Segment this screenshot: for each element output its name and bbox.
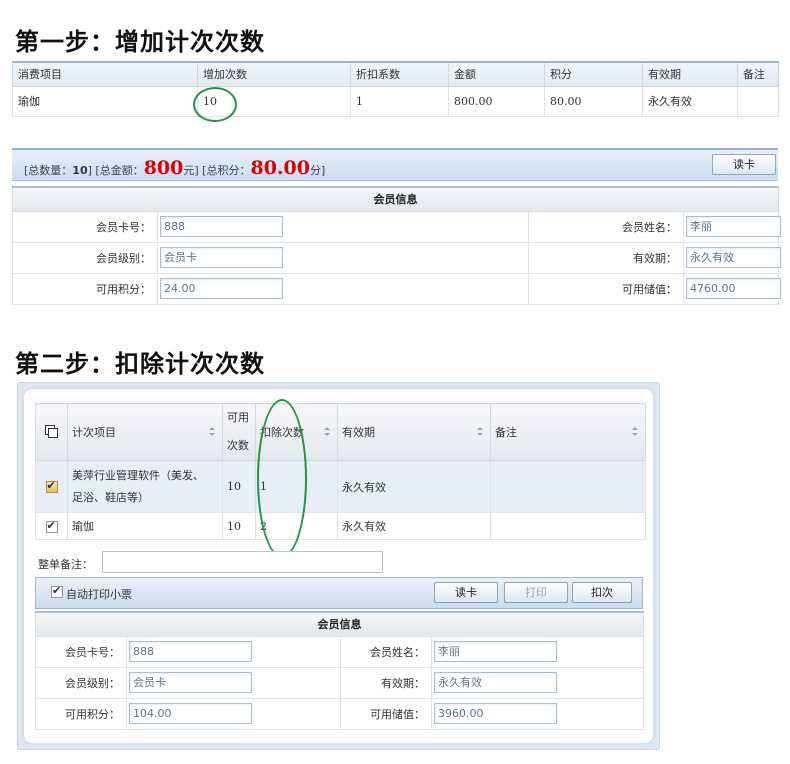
summary-qty: 10 xyxy=(72,164,88,177)
order-remark-label: 整单备注： xyxy=(38,558,93,571)
validity-label: 有效期： xyxy=(528,241,684,274)
cell-available: 10 xyxy=(222,460,256,513)
sort-icon[interactable] xyxy=(632,427,639,436)
order-remark-input[interactable] xyxy=(102,551,383,573)
col-header-remark-label: 备注 xyxy=(495,426,517,439)
cell-remark[interactable] xyxy=(490,460,646,513)
member-name-field[interactable]: 李丽 xyxy=(686,216,781,237)
step2-items-table: 计次项目 可用次数 扣除次数 有效期 备注 美萍行业管理软件（美发、足浴、鞋店等… xyxy=(35,403,646,540)
step1-member-info: 会员信息 会员卡号： 888 会员姓名： 李丽 会员级别： 会员卡 有效期： 永… xyxy=(12,186,781,305)
annotation-oval xyxy=(257,399,307,558)
auto-print-label[interactable]: 自动打印小票 xyxy=(66,586,132,602)
sort-icon[interactable] xyxy=(209,427,216,436)
deduct-button[interactable]: 扣次 xyxy=(572,582,632,603)
member-level-label: 会员级别： xyxy=(35,666,127,699)
read-card-button[interactable]: 读卡 xyxy=(712,154,776,175)
validity-field[interactable]: 永久有效 xyxy=(686,247,781,268)
copy-icon[interactable] xyxy=(45,424,58,438)
member-name-label: 会员姓名： xyxy=(340,635,432,668)
member-level-label: 会员级别： xyxy=(12,241,158,274)
select-all-header[interactable] xyxy=(35,403,68,461)
col-header-remark[interactable]: 备注 xyxy=(490,403,646,461)
col-header-item: 消费项目 xyxy=(12,61,198,87)
available-points-field[interactable]: 104.00 xyxy=(129,703,252,724)
sort-icon[interactable] xyxy=(324,427,331,436)
available-points-label: 可用积分： xyxy=(12,272,158,305)
table-header-row: 消费项目 增加次数 折扣系数 金额 积分 有效期 备注 xyxy=(12,61,779,87)
sort-icon[interactable] xyxy=(477,427,484,436)
available-points-label: 可用积分： xyxy=(35,697,127,730)
cell-item: 瑜伽 xyxy=(12,85,198,117)
summary-label-end: 分] xyxy=(309,164,326,177)
summary-text: [总数量：10] [总金额：800元] [总积分：80.00分] xyxy=(24,157,325,179)
table-row[interactable]: 瑜伽 10 2 永久有效 xyxy=(35,512,646,540)
cell-item-line2: 足浴、鞋店等） xyxy=(72,490,149,504)
row-checkbox[interactable] xyxy=(45,479,58,493)
validity-field[interactable]: 永久有效 xyxy=(434,672,557,693)
cell-item-line1: 美萍行业管理软件（美发、 xyxy=(72,468,204,482)
table-header-row: 计次项目 可用 次数 扣除次数 有效期 备注 xyxy=(35,403,646,461)
cell-remark[interactable] xyxy=(737,85,779,117)
row-checkbox[interactable] xyxy=(45,519,58,533)
col-header-item[interactable]: 计次项目 xyxy=(67,403,223,461)
table-row[interactable]: 瑜伽 10 1 800.00 80.00 永久有效 xyxy=(12,85,779,117)
read-card-button[interactable]: 读卡 xyxy=(434,582,498,603)
validity-label: 有效期： xyxy=(340,666,432,699)
col-header-points: 积分 xyxy=(544,61,643,87)
cell-discount[interactable]: 1 xyxy=(350,85,449,117)
col-header-validity-label: 有效期 xyxy=(342,426,375,439)
col-header-available-line2: 次数 xyxy=(227,439,249,452)
cell-points: 80.00 xyxy=(544,85,643,117)
step2-title: 第二步：扣除计次次数 xyxy=(15,350,265,378)
summary-bar: [总数量：10] [总金额：800元] [总积分：80.00分] 读卡 xyxy=(12,148,778,181)
col-header-remark: 备注 xyxy=(737,61,779,87)
col-header-available-line1: 可用 xyxy=(227,411,249,424)
member-level-field[interactable]: 会员卡 xyxy=(129,672,252,693)
step1-title: 第一步：增加计次次数 xyxy=(15,28,265,56)
member-info-header: 会员信息 xyxy=(12,186,779,212)
card-no-field[interactable]: 888 xyxy=(160,216,283,237)
card-no-label: 会员卡号： xyxy=(12,210,158,243)
available-balance-label: 可用储值： xyxy=(340,697,432,730)
summary-points: 80.00 xyxy=(250,157,310,179)
member-info-header: 会员信息 xyxy=(35,611,644,637)
col-header-amount: 金额 xyxy=(448,61,545,87)
cell-item: 美萍行业管理软件（美发、 足浴、鞋店等） xyxy=(67,460,223,513)
col-header-validity: 有效期 xyxy=(642,61,738,87)
cell-validity: 永久有效 xyxy=(337,460,491,513)
member-name-label: 会员姓名： xyxy=(528,210,684,243)
cell-validity: 永久有效 xyxy=(337,512,491,540)
summary-label-amount: ] [总金额： xyxy=(87,164,144,177)
cell-validity: 永久有效 xyxy=(642,85,738,117)
available-balance-label: 可用储值： xyxy=(528,272,684,305)
col-header-available[interactable]: 可用 次数 xyxy=(222,403,256,461)
card-no-field[interactable]: 888 xyxy=(129,641,252,662)
summary-amount: 800 xyxy=(143,157,184,179)
available-balance-field[interactable]: 4760.00 xyxy=(686,278,781,299)
col-header-add-count: 增加次数 xyxy=(197,61,351,87)
action-bar: 自动打印小票 读卡 打印 扣次 xyxy=(35,577,643,609)
available-points-field[interactable]: 24.00 xyxy=(160,278,283,299)
print-button[interactable]: 打印 xyxy=(504,582,568,603)
card-no-label: 会员卡号： xyxy=(35,635,127,668)
col-header-validity[interactable]: 有效期 xyxy=(337,403,491,461)
cell-item: 瑜伽 xyxy=(67,512,223,540)
cell-amount: 800.00 xyxy=(448,85,545,117)
step2-member-info: 会员信息 会员卡号： 888 会员姓名： 李丽 会员级别： 会员卡 有效期： 永… xyxy=(35,611,644,730)
summary-label-points: 元] [总积分： xyxy=(183,164,251,177)
summary-label-qty: [总数量： xyxy=(24,164,73,177)
available-balance-field[interactable]: 3960.00 xyxy=(434,703,557,724)
auto-print-checkbox[interactable] xyxy=(51,584,63,598)
table-row[interactable]: 美萍行业管理软件（美发、足浴、鞋店等） 10 1 永久有效 xyxy=(35,460,646,513)
cell-available: 10 xyxy=(222,512,256,540)
cell-remark[interactable] xyxy=(490,512,646,540)
col-header-item-label: 计次项目 xyxy=(72,426,116,439)
member-level-field[interactable]: 会员卡 xyxy=(160,247,283,268)
col-header-discount: 折扣系数 xyxy=(350,61,449,87)
step1-items-table: 消费项目 增加次数 折扣系数 金额 积分 有效期 备注 瑜伽 10 1 800.… xyxy=(12,61,779,117)
annotation-oval xyxy=(193,87,237,122)
member-name-field[interactable]: 李丽 xyxy=(434,641,557,662)
